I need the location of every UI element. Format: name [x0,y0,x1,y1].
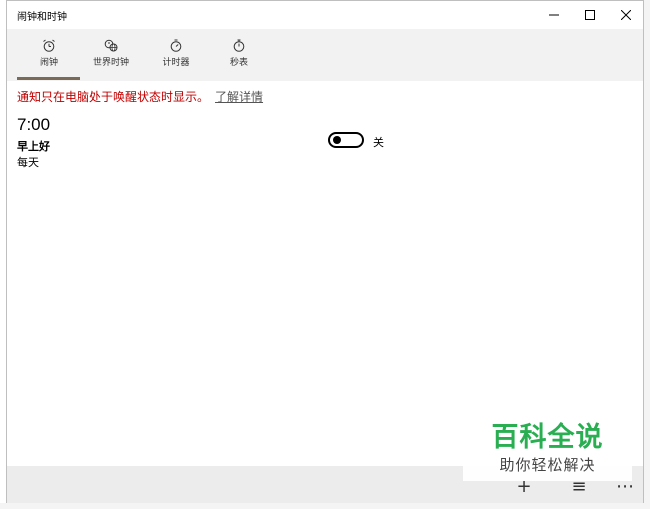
tab-stopwatch[interactable]: 秒表 [209,39,269,79]
tab-timer[interactable]: 计时器 [146,39,206,79]
world-clock-icon [104,39,118,52]
tab-label: 闹钟 [39,58,58,68]
alarm-toggle[interactable] [328,132,364,148]
app-window: 闹钟和时钟 闹钟 世界时钟 计时器 秒表 通知只在电脑处于唤醒状态时显示。 了解… [6,0,644,504]
tab-label: 计时器 [162,58,190,68]
close-button[interactable] [607,1,645,29]
minimize-button[interactable] [535,1,573,29]
tab-alarm[interactable]: 闹钟 [19,39,79,79]
timer-icon [170,39,182,52]
notice-text: 通知只在电脑处于唤醒状态时显示。 [17,90,210,104]
notification-notice: 通知只在电脑处于唤醒状态时显示。 了解详情 [17,88,263,105]
alarm-repeat: 每天 [17,156,39,169]
window-title: 闹钟和时钟 [17,12,67,23]
active-tab-indicator [17,77,80,80]
tab-label: 世界时钟 [92,58,129,68]
alarm-clock-icon [43,39,55,52]
title-bar[interactable]: 闹钟和时钟 [7,1,643,29]
alarm-name: 早上好 [17,140,50,153]
maximize-button[interactable] [571,1,609,29]
stopwatch-icon [233,39,245,52]
minimize-icon [549,14,559,16]
alarm-time: 7:00 [17,115,51,134]
tab-world-clock[interactable]: 世界时钟 [81,39,141,79]
tab-bar: 闹钟 世界时钟 计时器 秒表 [7,29,643,81]
watermark-main: 百科全说 [491,422,604,453]
maximize-icon [585,10,595,20]
toggle-state-label: 关 [373,136,384,149]
watermark: 百科全说 助你轻松解决 [463,421,632,481]
close-icon [621,10,631,20]
learn-more-link[interactable]: 了解详情 [215,90,263,104]
watermark-sub: 助你轻松解决 [499,456,596,474]
background-desktop-edge [0,503,650,509]
tab-label: 秒表 [229,58,248,68]
background-window-edge [644,0,650,509]
toggle-knob [333,136,341,144]
